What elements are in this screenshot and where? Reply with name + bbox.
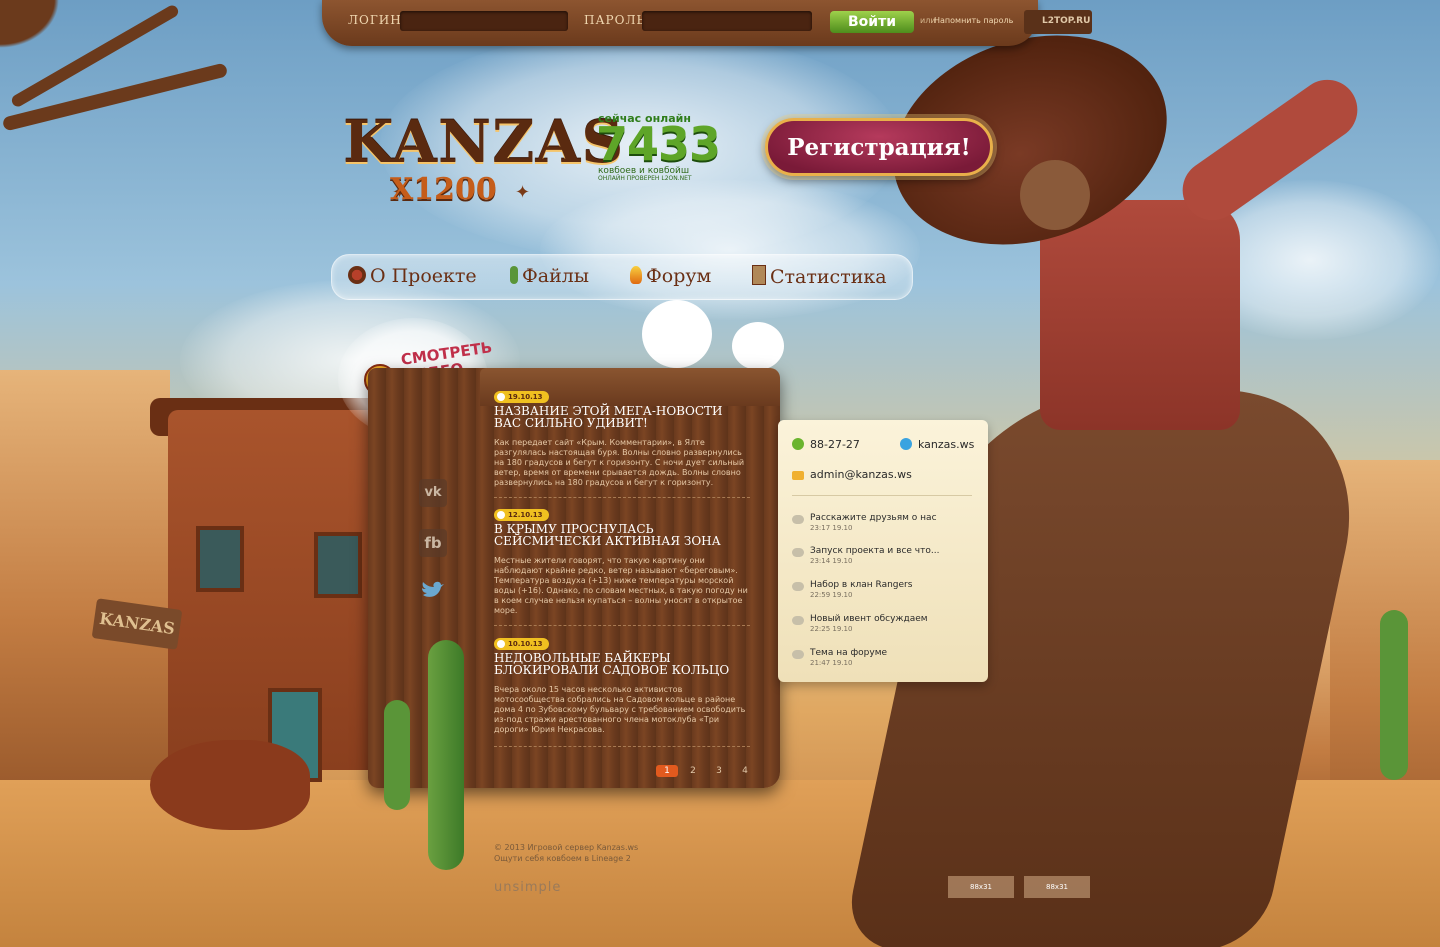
email-address[interactable]: admin@kanzas.ws [810, 468, 912, 481]
speech-bubble-icon [792, 548, 804, 557]
login-label: ЛОГИН: [348, 13, 407, 27]
news-text: Вчера около 15 часов несколько активисто… [494, 685, 746, 734]
login-bar: ЛОГИН: ПАРОЛЬ: Войти или Напомнить парол… [322, 0, 1092, 46]
icq-flower-icon [792, 438, 804, 450]
remind-password-link[interactable]: Напомнить пароль [934, 16, 1013, 25]
news-item: 12.10.13 В КРЫМУ ПРОСНУЛАСЬ СЕЙСМИЧЕСКИ … [494, 509, 752, 626]
fire-icon [630, 266, 642, 284]
forum-topic-meta: 22:25 19.10 [810, 625, 853, 633]
news-divider [494, 625, 750, 626]
cowboy-body [1040, 200, 1240, 430]
skype-icon [900, 438, 912, 450]
news-pagination: 1234 [656, 758, 760, 777]
page-link[interactable]: 2 [682, 765, 704, 777]
cactus-decoration [428, 640, 464, 870]
online-count: 7433 [596, 117, 721, 171]
horse-illustration [150, 740, 310, 830]
news-divider [494, 746, 750, 747]
facebook-icon[interactable]: fb [419, 529, 447, 557]
counter-badge[interactable]: 88x31 [1024, 876, 1090, 898]
login-button[interactable]: Войти [830, 11, 914, 33]
cactus-decoration [1380, 610, 1408, 780]
nav-item-label: Статистика [770, 266, 887, 288]
cactus-icon [510, 266, 518, 284]
cactus-decoration [384, 700, 410, 810]
footer-tagline: Ощути себя ковбоем в Lineage 2 [494, 854, 631, 863]
email-contact[interactable]: admin@kanzas.ws [792, 468, 912, 481]
mail-icon [792, 471, 804, 480]
poster-icon [752, 265, 766, 285]
skype-name: kanzas.ws [918, 438, 975, 451]
logo-title[interactable]: KANZAS [343, 108, 624, 176]
news-date: 10.10.13 [494, 638, 549, 650]
forum-topic-title[interactable]: Тема на форуме [810, 648, 887, 658]
logo-subtitle: X1200 [390, 172, 497, 207]
news-divider [494, 497, 750, 498]
chicken-illustration [732, 322, 784, 370]
page-root: KANZAS ЛОГИН: ПАРОЛЬ: Войти или Напомнит… [0, 0, 1440, 947]
nav-item-label: Форум [646, 265, 712, 287]
canyon-rock-left [0, 370, 170, 790]
news-title[interactable]: НЕДОВОЛЬНЫЕ БАЙКЕРЫ БЛОКИРОВАЛИ САДОВОЕ … [494, 652, 752, 676]
tree-decoration [0, 0, 320, 260]
news-text: Как передает сайт «Крым. Комментарии», в… [494, 438, 745, 487]
forum-topic-meta: 21:47 19.10 [810, 659, 853, 667]
speech-bubble-icon [792, 515, 804, 524]
star-icon: ✦ [515, 182, 531, 203]
l2top-badge[interactable]: L2TOP.RU [1024, 10, 1092, 34]
nav-item-label: О Проекте [370, 265, 477, 287]
cow-skull-icon [348, 266, 366, 284]
news-item: 19.10.13 НАЗВАНИЕ ЭТОЙ МЕГА-НОВОСТИ ВАС … [494, 391, 752, 498]
nav-item-label: Файлы [522, 265, 589, 287]
studio-logo[interactable]: unsimple [494, 880, 561, 895]
icq-contact: 88-27-27 [792, 438, 860, 451]
register-button[interactable]: Регистрация! [765, 118, 993, 176]
forum-topic-meta: 23:14 19.10 [810, 557, 853, 565]
vk-icon[interactable]: vk [419, 479, 447, 507]
contacts-divider [792, 495, 972, 496]
l2top-label: L2TOP.RU [1042, 16, 1091, 26]
speech-bubble-icon [792, 616, 804, 625]
forum-topic-meta: 22:59 19.10 [810, 591, 853, 599]
login-input[interactable] [400, 11, 568, 31]
page-link[interactable]: 4 [734, 765, 756, 777]
nav-item-forum[interactable]: Форум [630, 265, 711, 287]
nav-item-files[interactable]: Файлы [510, 265, 589, 287]
news-date: 12.10.13 [494, 509, 549, 521]
nav-item-about[interactable]: О Проекте [348, 265, 477, 287]
speech-bubble-icon [792, 582, 804, 591]
icq-number: 88-27-27 [810, 438, 860, 451]
news-text: Местные жители говорят, что такую картин… [494, 556, 748, 615]
forum-topic-title[interactable]: Новый ивент обсуждаем [810, 614, 928, 624]
page-link[interactable]: 1 [656, 765, 678, 777]
password-label: ПАРОЛЬ: [584, 13, 651, 27]
page-link[interactable]: 3 [708, 765, 730, 777]
skype-contact: kanzas.ws [900, 438, 974, 451]
main-nav: О Проекте Файлы Форум Статистика [331, 254, 913, 300]
cowboy-face [1020, 160, 1090, 230]
saloon-window [314, 532, 362, 598]
footer-copyright: © 2013 Игровой сервер Kanzas.ws [494, 843, 639, 852]
forum-topic-title[interactable]: Запуск проекта и все что... [810, 546, 939, 556]
counter-badge[interactable]: 88x31 [948, 876, 1014, 898]
nav-item-statistics[interactable]: Статистика [752, 265, 887, 288]
forum-topic-title[interactable]: Набор в клан Rangers [810, 580, 912, 590]
news-date: 19.10.13 [494, 391, 549, 403]
rooster-illustration [642, 300, 712, 368]
news-item: 10.10.13 НЕДОВОЛЬНЫЕ БАЙКЕРЫ БЛОКИРОВАЛИ… [494, 638, 752, 747]
online-verified-text: ОНЛАЙН ПРОВЕРЕН L2ON.NET [598, 175, 692, 182]
forum-topic-meta: 23:17 19.10 [810, 524, 853, 532]
saloon-window [196, 526, 244, 592]
twitter-icon[interactable] [419, 577, 447, 605]
forum-topic-title[interactable]: Расскажите друзьям о нас [810, 513, 937, 523]
speech-bubble-icon [792, 650, 804, 659]
news-title[interactable]: НАЗВАНИЕ ЭТОЙ МЕГА-НОВОСТИ ВАС СИЛЬНО УД… [494, 405, 752, 429]
password-input[interactable] [642, 11, 812, 31]
news-title[interactable]: В КРЫМУ ПРОСНУЛАСЬ СЕЙСМИЧЕСКИ АКТИВНАЯ … [494, 523, 752, 547]
